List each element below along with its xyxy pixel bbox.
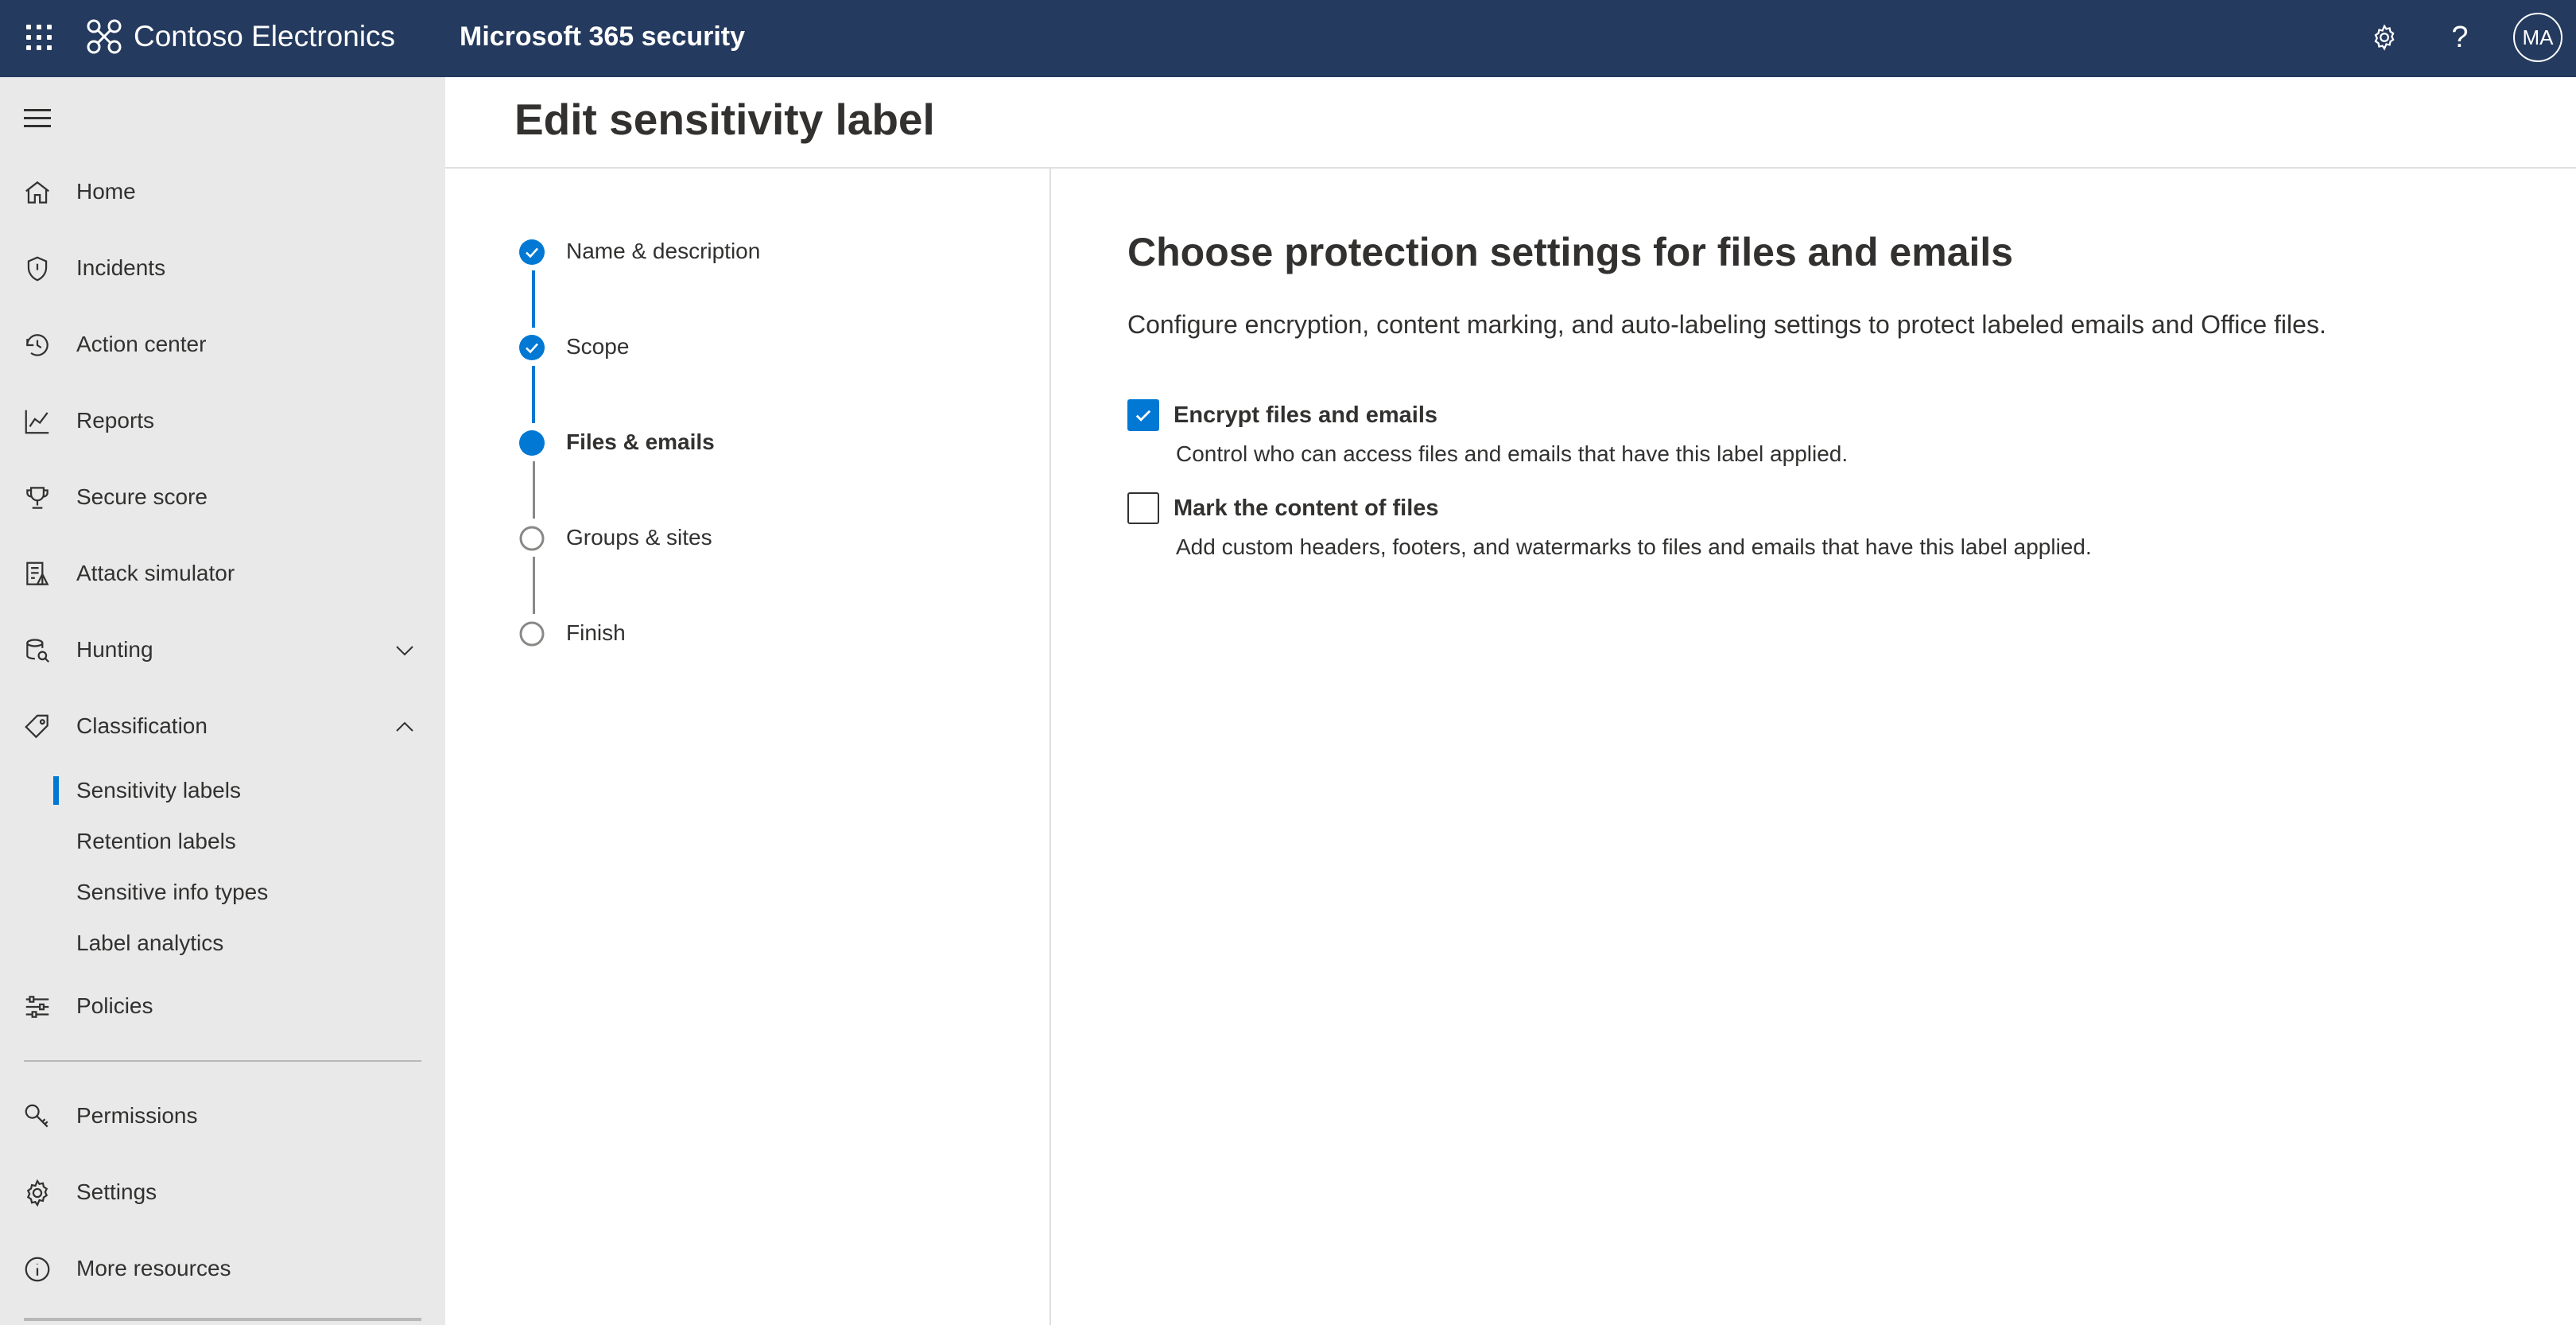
sidebar-subitem-sensitivity-labels[interactable]: Sensitivity labels: [0, 767, 445, 814]
wizard-connector: [533, 461, 535, 519]
sidebar-item-label: Incidents: [76, 255, 166, 280]
settings-gear-icon[interactable]: [2365, 17, 2404, 57]
step-pending-icon: [519, 621, 545, 647]
header-divider: [445, 167, 2576, 169]
mark-content-checkbox[interactable]: [1127, 492, 1159, 524]
trophy-icon: [26, 487, 48, 509]
shield-icon: [27, 256, 48, 282]
wizard-step-label: Name & description: [566, 239, 761, 263]
sidebar-bottom-divider: [24, 1318, 421, 1321]
sidebar-item-label: Attack simulator: [76, 561, 235, 585]
mark-content-checkbox-row[interactable]: Mark the content of files: [1127, 492, 1439, 524]
hunting-icon: [26, 639, 50, 663]
mark-content-checkbox-label: Mark the content of files: [1174, 495, 1439, 521]
chart-icon: [25, 410, 49, 434]
sidebar-item-home[interactable]: Home: [0, 163, 445, 220]
checkmark-icon: [1135, 410, 1151, 422]
sidebar-subitem-label-analytics[interactable]: Label analytics: [0, 919, 445, 967]
encrypt-checkbox-row[interactable]: Encrypt files and emails: [1127, 399, 1437, 431]
wizard-step-label: Scope: [566, 334, 630, 359]
sidebar-item-label: Settings: [76, 1179, 157, 1204]
wizard-step-label: Files & emails: [566, 429, 715, 454]
step-complete-icon: [519, 239, 545, 265]
sidebar-item-label: Policies: [76, 993, 153, 1018]
sidebar-item-secure-score[interactable]: Secure score: [0, 468, 445, 526]
hamburger-menu-icon[interactable]: [24, 109, 51, 130]
mark-content-description: Add custom headers, footers, and waterma…: [1176, 534, 2092, 559]
sidebar: Home Incidents Action center Reports Sec…: [0, 77, 445, 1325]
sidebar-item-reports[interactable]: Reports: [0, 392, 445, 449]
wizard-connector: [533, 557, 535, 614]
sidebar-item-label: Reports: [76, 408, 155, 433]
sidebar-item-attack-simulator[interactable]: Attack simulator: [0, 545, 445, 602]
sidebar-item-label: Home: [76, 179, 136, 204]
section-description: Configure encryption, content marking, a…: [1127, 310, 2326, 339]
encrypt-checkbox-label: Encrypt files and emails: [1174, 402, 1438, 428]
step-pending-icon: [519, 526, 545, 551]
wizard-step-label: Groups & sites: [566, 525, 712, 550]
sidebar-divider: [24, 1060, 421, 1062]
sidebar-item-label: Permissions: [76, 1103, 198, 1128]
sidebar-item-label: Hunting: [76, 637, 153, 662]
app-launcher-icon[interactable]: [24, 22, 52, 51]
brand[interactable]: Contoso Electronics: [86, 17, 395, 56]
wizard-step-label: Finish: [566, 620, 626, 645]
chevron-down-icon[interactable]: [393, 639, 417, 662]
tag-icon: [25, 714, 48, 739]
chevron-up-icon[interactable]: [393, 715, 417, 739]
action-center-icon: [26, 334, 48, 356]
attack-simulator-icon: [26, 561, 49, 585]
step-current-icon: [519, 430, 545, 456]
encrypt-description: Control who can access files and emails …: [1176, 441, 1849, 466]
sidebar-subitem-sensitive-info-types[interactable]: Sensitive info types: [0, 868, 445, 916]
help-icon[interactable]: ?: [2440, 17, 2480, 57]
sidebar-item-label: Classification: [76, 713, 208, 738]
key-icon: [25, 1104, 48, 1128]
gear-icon: [26, 1179, 48, 1207]
info-icon: [25, 1257, 50, 1282]
wizard-connector: [532, 270, 535, 328]
sidebar-item-classification[interactable]: Classification: [0, 697, 445, 755]
sidebar-subitem-retention-labels[interactable]: Retention labels: [0, 818, 445, 865]
sidebar-subitem-label: Sensitivity labels: [76, 778, 241, 802]
sidebar-item-policies[interactable]: Policies: [0, 977, 445, 1035]
step-complete-icon: [519, 335, 545, 360]
sidebar-item-more-resources[interactable]: More resources: [0, 1240, 445, 1297]
section-title: Choose protection settings for files and…: [1127, 230, 2014, 274]
sidebar-subitem-label: Sensitive info types: [76, 880, 269, 904]
sidebar-item-label: Secure score: [76, 484, 208, 509]
sidebar-item-hunting[interactable]: Hunting: [0, 621, 445, 678]
wizard-connector: [532, 366, 535, 423]
sidebar-item-label: More resources: [76, 1256, 231, 1280]
active-indicator: [53, 776, 59, 805]
avatar[interactable]: MA: [2513, 13, 2562, 62]
page-title: Edit sensitivity label: [514, 95, 935, 144]
sliders-icon: [25, 996, 49, 1018]
sidebar-subitem-label: Retention labels: [76, 829, 236, 853]
sidebar-item-permissions[interactable]: Permissions: [0, 1087, 445, 1144]
contoso-logo-icon: [87, 19, 122, 54]
app-title: Microsoft 365 security: [460, 21, 746, 52]
sidebar-item-settings[interactable]: Settings: [0, 1164, 445, 1221]
sidebar-item-label: Action center: [76, 332, 207, 356]
sidebar-item-action-center[interactable]: Action center: [0, 316, 445, 373]
wizard-divider: [1049, 169, 1051, 1325]
sidebar-subitem-label: Label analytics: [76, 931, 224, 955]
home-icon: [25, 181, 49, 204]
brand-name: Contoso Electronics: [134, 20, 396, 52]
sidebar-item-incidents[interactable]: Incidents: [0, 239, 445, 297]
top-bar: Contoso Electronics Microsoft 365 securi…: [0, 0, 2576, 77]
encrypt-checkbox[interactable]: [1127, 399, 1159, 431]
